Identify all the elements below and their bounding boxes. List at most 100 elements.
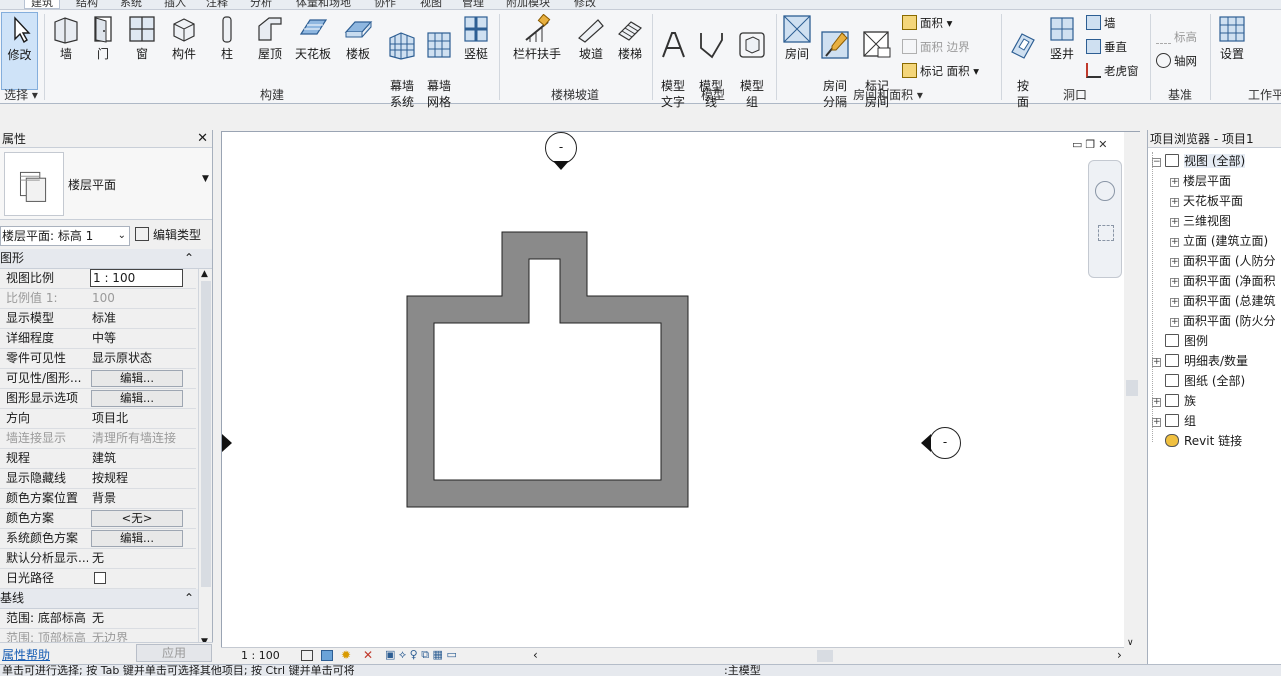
- category-underlay[interactable]: 基线 ⌃: [0, 589, 212, 609]
- collapse-icon[interactable]: ⌃: [184, 589, 194, 608]
- expand-icon[interactable]: +: [1170, 198, 1179, 207]
- window-button[interactable]: 窗: [124, 12, 160, 90]
- model-line-button[interactable]: 模型 线: [694, 12, 728, 109]
- expand-icon[interactable]: +: [1152, 358, 1161, 367]
- model-text-button[interactable]: 模型 文字: [656, 12, 690, 109]
- elevation-marker-north[interactable]: -: [545, 132, 577, 164]
- tab-8[interactable]: 视图: [420, 0, 442, 9]
- column-button[interactable]: 柱: [210, 12, 244, 90]
- browser-item[interactable]: + 面积平面 (防火分: [1170, 312, 1276, 330]
- property-value[interactable]: 1 : 100: [90, 269, 183, 287]
- property-value[interactable]: 无: [90, 549, 194, 568]
- expand-icon[interactable]: +: [1170, 238, 1179, 247]
- curtain-grid-button[interactable]: 幕墙 网格: [422, 12, 456, 109]
- wall-outline[interactable]: [406, 231, 689, 508]
- tab-1[interactable]: 结构: [76, 0, 98, 9]
- browser-item[interactable]: + 立面 (建筑立面): [1170, 232, 1268, 250]
- edit-button[interactable]: <无>: [91, 510, 183, 527]
- tab-3[interactable]: 插入: [164, 0, 186, 9]
- steering-wheel-icon[interactable]: [1095, 181, 1115, 201]
- wall-button[interactable]: 墙: [48, 12, 84, 90]
- view-scale[interactable]: 1 : 100: [241, 649, 280, 662]
- expand-icon[interactable]: +: [1170, 178, 1179, 187]
- properties-help-link[interactable]: 属性帮助: [2, 646, 50, 663]
- property-value[interactable]: 背景: [90, 489, 194, 508]
- property-value[interactable]: 项目北: [90, 409, 194, 428]
- shadows-icon[interactable]: ✕: [363, 648, 373, 662]
- browser-item[interactable]: + 族: [1152, 392, 1196, 410]
- scroll-right-icon[interactable]: ›: [1117, 648, 1122, 662]
- level-button[interactable]: 标高: [1156, 26, 1197, 48]
- set-workplane-button[interactable]: 设置: [1214, 12, 1250, 90]
- room-area-group-label[interactable]: 房间和面积 ▾: [778, 87, 998, 103]
- tag-room-button[interactable]: 标记 房间: [858, 12, 896, 109]
- expand-icon[interactable]: +: [1170, 258, 1179, 267]
- edit-type-button[interactable]: 编辑类型: [135, 226, 201, 244]
- browser-item[interactable]: + 明细表/数量: [1152, 352, 1248, 370]
- close-icon[interactable]: ✕: [197, 130, 208, 148]
- browser-item[interactable]: 图纸 (全部): [1152, 372, 1245, 390]
- floor-button[interactable]: 楼板: [338, 12, 378, 90]
- model-group-button[interactable]: 模型 组: [732, 12, 772, 109]
- area-boundary-button[interactable]: 面积 边界: [902, 36, 970, 58]
- detail-level-icon[interactable]: [301, 650, 313, 661]
- expand-icon[interactable]: +: [1170, 318, 1179, 327]
- browser-item[interactable]: + 组: [1152, 412, 1196, 430]
- opening-by-face-button[interactable]: 按 面: [1006, 12, 1040, 109]
- browser-item[interactable]: + 面积平面 (总建筑: [1170, 292, 1276, 310]
- type-selector[interactable]: 楼层平面 ▼: [0, 148, 212, 220]
- tab-10[interactable]: 附加模块: [506, 0, 550, 9]
- crop-controls-icons[interactable]: ▣ ⟡ ♀ ⧉ ▦ ▭: [385, 648, 457, 662]
- canvas-vertical-scrollbar[interactable]: ∨: [1124, 132, 1140, 648]
- expand-icon[interactable]: +: [1170, 218, 1179, 227]
- dormer-button[interactable]: 老虎窗: [1086, 60, 1139, 82]
- tab-11[interactable]: 修改: [574, 0, 596, 9]
- category-graphics[interactable]: 图形 ⌃: [0, 249, 212, 269]
- property-value[interactable]: 建筑: [90, 449, 194, 468]
- door-button[interactable]: 门: [86, 12, 120, 90]
- browser-item[interactable]: + 面积平面 (净面积: [1170, 272, 1276, 290]
- shaft-button[interactable]: 竖井: [1044, 12, 1080, 90]
- browser-item[interactable]: + 面积平面 (人防分: [1170, 252, 1276, 270]
- view-window-controls[interactable]: ▭❐✕: [1072, 138, 1110, 151]
- browser-item[interactable]: + 天花板平面: [1170, 192, 1243, 210]
- tag-area-button[interactable]: 标记 面积 ▾: [902, 60, 979, 82]
- sun-path-checkbox[interactable]: [90, 569, 194, 588]
- room-separator-button[interactable]: 房间 分隔: [816, 12, 854, 109]
- tab-0[interactable]: 建筑: [24, 0, 60, 9]
- expand-icon[interactable]: +: [1152, 418, 1161, 427]
- collapse-icon[interactable]: ⌃: [184, 249, 194, 268]
- tab-9[interactable]: 管理: [462, 0, 484, 9]
- elevation-marker-west[interactable]: [222, 434, 232, 452]
- property-value[interactable]: 中等: [90, 329, 194, 348]
- area-button[interactable]: 面积 ▾: [902, 12, 952, 34]
- scroll-down-icon[interactable]: ∨: [1127, 638, 1134, 648]
- type-dropdown-icon[interactable]: ▼: [202, 174, 209, 184]
- browser-item[interactable]: 图例: [1152, 332, 1208, 350]
- sun-path-icon[interactable]: ✹: [341, 648, 351, 662]
- elevation-marker-east[interactable]: -: [929, 427, 961, 459]
- ceiling-button[interactable]: 天花板: [292, 12, 334, 90]
- scroll-up-icon[interactable]: ▲: [201, 269, 208, 279]
- edit-button[interactable]: 编辑...: [91, 370, 183, 387]
- apply-button[interactable]: 应用: [136, 644, 212, 662]
- tab-2[interactable]: 系统: [120, 0, 142, 9]
- instance-selector[interactable]: 楼层平面: 标高 1 ⌄: [0, 226, 130, 246]
- mullion-button[interactable]: 竖梃: [458, 12, 494, 90]
- browser-item[interactable]: Revit 链接: [1152, 432, 1242, 450]
- room-button[interactable]: 房间: [780, 12, 814, 90]
- scroll-left-icon[interactable]: ‹: [533, 648, 538, 662]
- active-model[interactable]: :主模型: [724, 665, 761, 676]
- modify-button[interactable]: 修改: [1, 12, 38, 90]
- property-value[interactable]: 显示原状态: [90, 349, 194, 368]
- curtain-system-button[interactable]: 幕墙 系统: [384, 12, 420, 109]
- scroll-thumb[interactable]: [201, 281, 211, 587]
- browser-item[interactable]: + 三维视图: [1170, 212, 1231, 230]
- railing-button[interactable]: 栏杆扶手: [510, 12, 564, 90]
- horizontal-scroll-thumb[interactable]: [817, 650, 833, 662]
- edit-button[interactable]: 编辑...: [91, 530, 183, 547]
- vertical-opening-button[interactable]: 垂直: [1086, 36, 1127, 58]
- property-value[interactable]: 按规程: [90, 469, 194, 488]
- browser-item[interactable]: + 楼层平面: [1170, 172, 1231, 190]
- expand-icon[interactable]: +: [1152, 398, 1161, 407]
